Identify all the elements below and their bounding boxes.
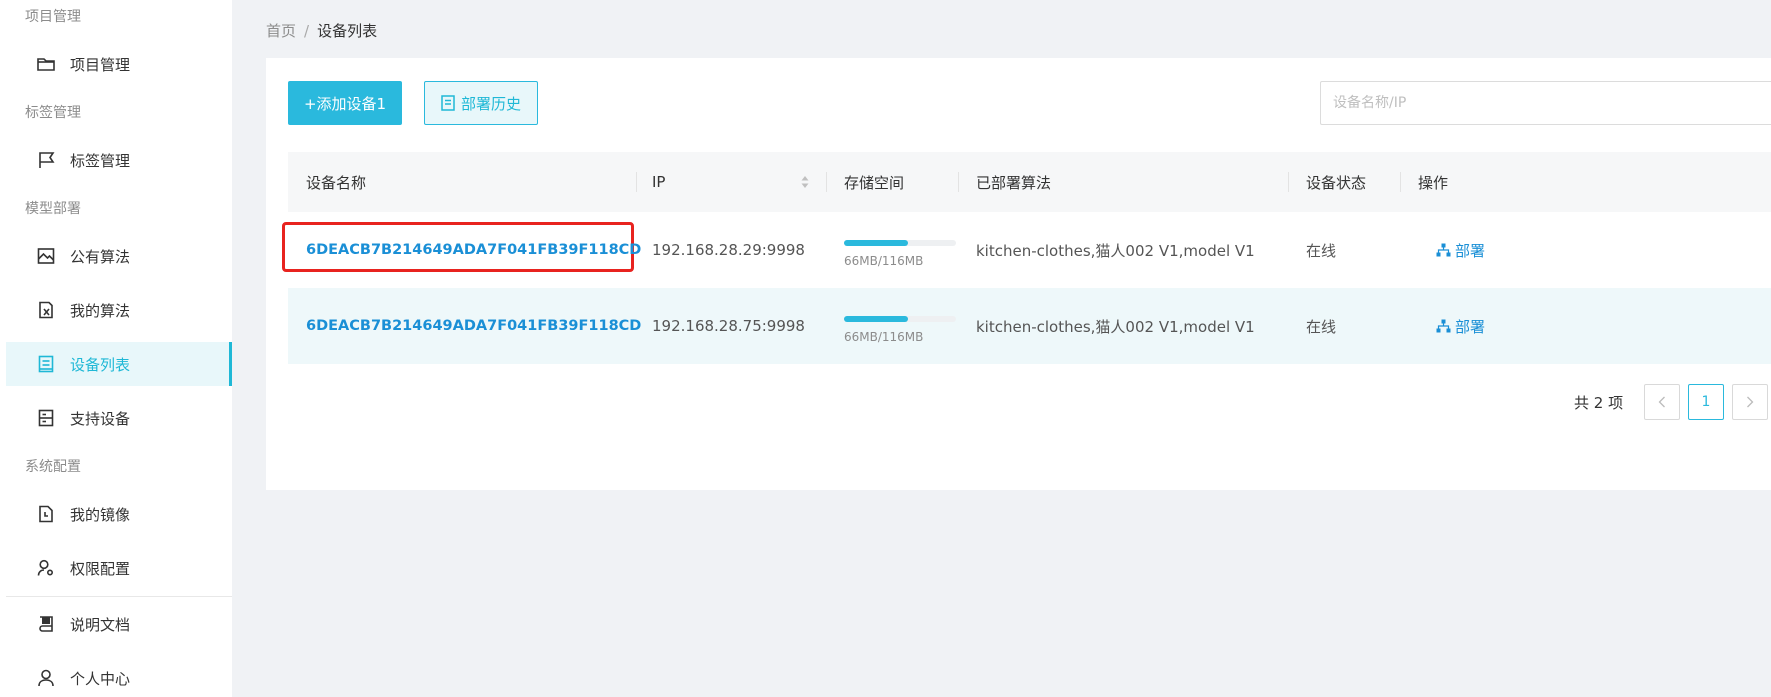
sidebar-item-project[interactable]: 项目管理 — [6, 42, 232, 86]
device-status: 在线 — [1306, 241, 1337, 260]
sort-icon[interactable] — [800, 174, 810, 190]
column-header-status: 设备状态 — [1306, 173, 1367, 192]
column-divider — [636, 172, 637, 192]
device-status: 在线 — [1306, 317, 1337, 336]
sidebar-item-my-algorithm[interactable]: 我的算法 — [6, 288, 232, 332]
sidebar-item-label: 项目管理 — [70, 55, 131, 74]
storage-bar-fill — [844, 316, 908, 322]
storage-cell: 66MB/116MB — [844, 288, 956, 364]
sidebar-item-supported-devices[interactable]: 支持设备 — [6, 396, 232, 440]
deployed-algorithms: kitchen-clothes,猫人002 V1,model V1 — [976, 317, 1255, 336]
group-title-model: 模型部署 — [25, 201, 81, 217]
chevron-right-icon — [1747, 396, 1754, 408]
table-row: 6DEACB7B214649ADA7F041FB39F118CD 192.168… — [288, 288, 1771, 364]
sidebar-item-label: 公有算法 — [70, 247, 131, 266]
sidebar-item-public-algorithm[interactable]: 公有算法 — [6, 234, 232, 278]
sidebar-item-my-mirror[interactable]: 我的镜像 — [6, 492, 232, 536]
storage-cell: 66MB/116MB — [844, 212, 956, 288]
prev-page-button[interactable] — [1644, 384, 1680, 420]
column-divider — [826, 172, 827, 192]
server-icon — [36, 408, 56, 428]
image-frame-icon — [36, 246, 56, 266]
deploy-history-label: 部署历史 — [460, 94, 521, 113]
add-device-button[interactable]: +添加设备1 — [288, 81, 402, 125]
breadcrumb-separator: / — [304, 22, 310, 40]
breadcrumb-home[interactable]: 首页 — [266, 22, 296, 40]
group-title-project: 项目管理 — [25, 9, 81, 25]
hierarchy-icon — [1436, 243, 1451, 257]
sidebar-item-permissions[interactable]: 权限配置 — [6, 546, 232, 590]
page-button-current[interactable]: 1 — [1688, 384, 1724, 420]
column-header-ip[interactable]: IP — [652, 152, 665, 212]
storage-bar-fill — [844, 240, 908, 246]
sidebar-item-label-mgmt[interactable]: 标签管理 — [6, 138, 232, 182]
sidebar-item-label: 我的镜像 — [70, 505, 131, 524]
flag-icon — [36, 150, 56, 170]
storage-bar — [844, 316, 956, 322]
sidebar-item-label: 设备列表 — [70, 355, 131, 374]
sidebar-item-docs[interactable]: 说明文档 — [6, 602, 232, 646]
sidebar-item-label: 个人中心 — [70, 669, 131, 688]
deploy-action-link[interactable]: 部署 — [1436, 316, 1485, 337]
sidebar-item-label: 权限配置 — [70, 559, 131, 578]
total-count: 共 2 项 — [1574, 394, 1624, 412]
sidebar-item-label: 支持设备 — [70, 409, 131, 428]
book-icon — [36, 614, 56, 634]
device-list-card: +添加设备1 部署历史 设备名称 IP 存储空间 已部署算法 设备状态 操作 6… — [266, 58, 1771, 490]
group-title-label: 标签管理 — [25, 105, 81, 121]
column-header-algorithms: 已部署算法 — [976, 173, 1052, 192]
storage-text: 66MB/116MB — [844, 254, 924, 268]
column-divider — [1400, 172, 1401, 192]
sidebar-item-profile[interactable]: 个人中心 — [6, 656, 232, 697]
doc-algorithm-icon — [36, 300, 56, 320]
deploy-action-label: 部署 — [1455, 317, 1486, 336]
sidebar-item-label: 我的算法 — [70, 301, 131, 320]
pagination: 共 2 项 1 — [266, 382, 1771, 422]
breadcrumb-current: 设备列表 — [317, 22, 378, 40]
deploy-action-link[interactable]: 部署 — [1436, 240, 1485, 261]
table-row: 6DEACB7B214649ADA7F041FB39F118CD 192.168… — [282, 212, 1771, 288]
document-icon — [441, 95, 455, 111]
column-divider — [958, 172, 959, 192]
device-table: 设备名称 IP 存储空间 已部署算法 设备状态 操作 6DEACB7B21464… — [282, 152, 1771, 364]
device-ip: 192.168.28.29:9998 — [652, 241, 805, 259]
sidebar-divider — [6, 596, 232, 597]
group-title-system: 系统配置 — [25, 459, 81, 475]
mirror-icon — [36, 504, 56, 524]
device-name-link[interactable]: 6DEACB7B214649ADA7F041FB39F118CD — [306, 318, 641, 334]
sidebar-item-device-list[interactable]: 设备列表 — [6, 342, 232, 386]
column-header-name: 设备名称 — [306, 173, 367, 192]
column-header-actions: 操作 — [1418, 173, 1449, 192]
next-page-button[interactable] — [1732, 384, 1768, 420]
storage-bar — [844, 240, 956, 246]
column-divider — [1288, 172, 1289, 192]
sidebar: 项目管理 项目管理 标签管理 标签管理 模型部署 公有算法 我的算法 设备列表 — [0, 0, 232, 697]
breadcrumb: 首页 / 设备列表 — [266, 20, 377, 41]
column-header-storage: 存储空间 — [844, 173, 905, 192]
storage-text: 66MB/116MB — [844, 330, 924, 344]
sidebar-item-label: 标签管理 — [70, 151, 131, 170]
device-list-icon — [36, 354, 56, 374]
user-icon — [36, 668, 56, 688]
device-ip: 192.168.28.75:9998 — [652, 317, 805, 335]
hierarchy-icon — [1436, 319, 1451, 333]
deployed-algorithms: kitchen-clothes,猫人002 V1,model V1 — [976, 241, 1255, 260]
deploy-action-label: 部署 — [1455, 241, 1486, 260]
search-input[interactable] — [1320, 81, 1771, 125]
device-name-link[interactable]: 6DEACB7B214649ADA7F041FB39F118CD — [306, 242, 641, 258]
user-gear-icon — [36, 558, 56, 578]
chevron-left-icon — [1658, 396, 1665, 408]
folder-icon — [36, 54, 56, 74]
table-header: 设备名称 IP 存储空间 已部署算法 设备状态 操作 — [288, 152, 1771, 212]
deploy-history-button[interactable]: 部署历史 — [424, 81, 538, 125]
sidebar-item-label: 说明文档 — [70, 615, 131, 634]
